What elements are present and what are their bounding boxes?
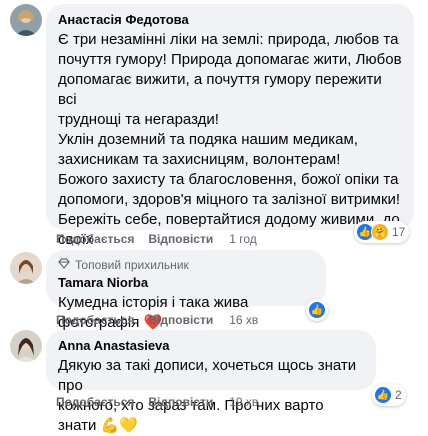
avatar[interactable] — [10, 252, 42, 284]
comment-author[interactable]: Анастасія Федотова — [58, 12, 402, 28]
like-icon: 👍 — [374, 386, 392, 404]
avatar[interactable] — [10, 4, 42, 36]
reply-button[interactable]: Відповісти — [148, 395, 213, 409]
comment-actions: Подобається Відповісти 1 год — [56, 232, 257, 246]
avatar[interactable] — [10, 330, 42, 362]
comment-timestamp[interactable]: 19 хв — [229, 395, 258, 409]
reaction-summary[interactable]: 👍 — [306, 299, 328, 321]
like-button[interactable]: Подобається — [56, 232, 134, 246]
comment-bubble: Топовий прихильник Tamara Niorba Кумедна… — [46, 250, 326, 331]
reaction-count: 2 — [395, 388, 402, 402]
reaction-summary[interactable]: 👍 🤗 17 — [354, 221, 410, 243]
comment-bubble: Anna Anastasieva Дякую за такі дописи, х… — [46, 330, 376, 434]
reply-button[interactable]: Відповісти — [148, 232, 213, 246]
diamond-icon — [58, 258, 70, 273]
like-icon: 👍 — [308, 301, 326, 319]
comment-bubble: Анастасія Федотова Є три незамінні ліки … — [46, 4, 414, 288]
comment-timestamp[interactable]: 16 хв — [229, 313, 258, 327]
reaction-summary[interactable]: 👍 2 — [372, 384, 406, 406]
comment-actions: Подобається Відповісти 16 хв — [56, 313, 258, 327]
comment-timestamp[interactable]: 1 год — [229, 232, 257, 246]
like-button[interactable]: Подобається — [56, 313, 134, 327]
reply-button[interactable]: Відповісти — [148, 313, 213, 327]
comment-author[interactable]: Tamara Niorba — [58, 275, 314, 291]
care-icon: 🤗 — [371, 223, 389, 241]
like-button[interactable]: Подобається — [56, 395, 134, 409]
reaction-count: 17 — [392, 225, 406, 239]
comment-author[interactable]: Anna Anastasieva — [58, 338, 364, 354]
top-fan-badge: Топовий прихильник — [58, 258, 314, 273]
comment-actions: Подобається Відповісти 19 хв — [56, 395, 258, 409]
